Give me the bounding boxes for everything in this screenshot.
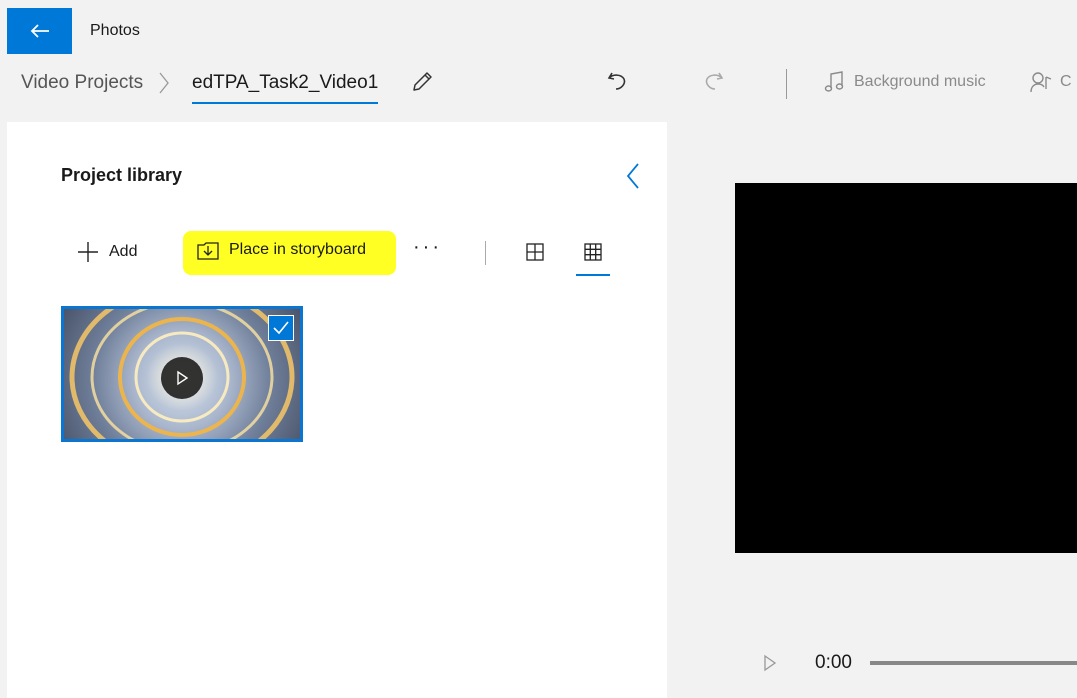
redo-button[interactable]: [702, 69, 726, 98]
more-options-button[interactable]: ···: [413, 236, 442, 259]
background-music-button[interactable]: Background music: [824, 71, 986, 93]
large-grid-icon: [526, 243, 544, 261]
place-in-storyboard-icon: [197, 242, 219, 260]
add-button[interactable]: Add: [77, 241, 137, 263]
project-toolbar: Video Projects edTPA_Task2_Video1 Backgr…: [0, 55, 1077, 117]
small-thumbnails-view-button[interactable]: [576, 236, 610, 276]
active-view-indicator: [576, 274, 610, 276]
project-library-title: Project library: [61, 165, 183, 185]
preview-play-button[interactable]: [762, 654, 778, 677]
selected-checkbox[interactable]: [268, 315, 294, 341]
breadcrumb-video-projects[interactable]: Video Projects: [21, 72, 143, 94]
rename-project-button[interactable]: [410, 70, 434, 99]
project-library-panel: Project library Add Place in storyboard …: [7, 122, 667, 698]
seek-bar[interactable]: [870, 661, 1077, 665]
plus-icon: [78, 242, 98, 262]
play-overlay-button[interactable]: [161, 357, 203, 399]
play-icon: [764, 654, 777, 672]
app-title: Photos: [90, 22, 140, 39]
toolbar-divider: [786, 69, 787, 99]
pencil-icon: [413, 72, 432, 91]
undo-icon: [607, 72, 626, 90]
title-bar: Photos: [0, 0, 1077, 55]
back-button[interactable]: [7, 8, 72, 54]
more-icon: ···: [413, 236, 442, 258]
play-icon: [177, 370, 189, 386]
redo-icon: [705, 72, 724, 90]
library-toolbar-divider: [485, 241, 486, 265]
music-note-icon: [824, 71, 844, 92]
custom-audio-icon: [1030, 72, 1052, 93]
library-video-thumbnail[interactable]: [61, 306, 303, 442]
custom-audio-button[interactable]: C: [1030, 71, 1072, 93]
large-thumbnails-view-button[interactable]: [525, 242, 545, 267]
collapse-library-button[interactable]: [625, 162, 641, 195]
photos-app-window: Photos Video Projects edTPA_Task2_Video1: [0, 0, 1077, 698]
chevron-left-icon: [626, 163, 639, 189]
project-name[interactable]: edTPA_Task2_Video1: [192, 72, 379, 104]
video-preview: [735, 183, 1077, 553]
background-music-label: Background music: [854, 73, 986, 90]
place-in-storyboard-label: Place in storyboard: [229, 241, 366, 258]
back-arrow-icon: [30, 24, 49, 38]
chevron-right-icon: [159, 72, 169, 94]
small-grid-icon: [584, 243, 602, 261]
undo-button[interactable]: [605, 69, 629, 98]
add-label: Add: [109, 243, 138, 260]
place-in-storyboard-button[interactable]: Place in storyboard: [197, 240, 366, 260]
playback-time: 0:00: [815, 652, 852, 673]
checkmark-icon: [273, 321, 289, 335]
custom-audio-label: C: [1060, 73, 1072, 90]
